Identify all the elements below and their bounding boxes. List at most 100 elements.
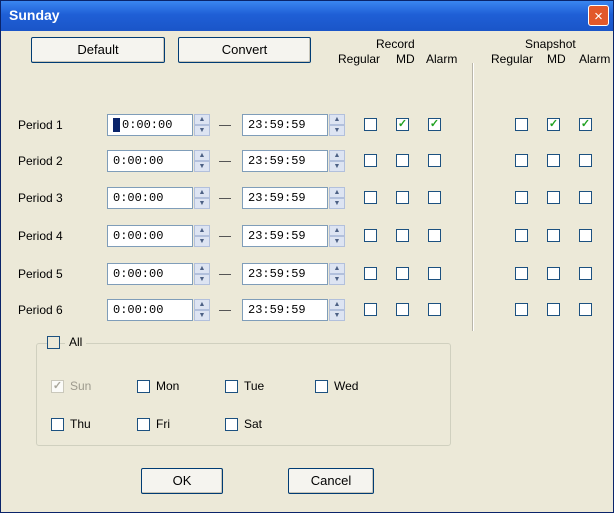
cancel-button[interactable]: Cancel (288, 468, 374, 494)
convert-button[interactable]: Convert (178, 37, 311, 63)
start-time-spinner[interactable]: ▲ ▼ (194, 114, 210, 136)
day-checkbox-tue[interactable] (225, 380, 238, 393)
period-start-time-input[interactable]: 0:00:00 (107, 114, 193, 136)
day-checkbox-fri[interactable] (137, 418, 150, 431)
record-regular-checkbox[interactable] (364, 303, 377, 316)
day-checkbox-sun: ✓ (51, 380, 64, 393)
record-regular-checkbox[interactable] (364, 267, 377, 280)
snapshot-regular-checkbox[interactable] (515, 229, 528, 242)
end-time-spinner[interactable]: ▲ ▼ (329, 187, 345, 209)
spinner-down-icon[interactable]: ▼ (194, 310, 210, 321)
end-time-spinner[interactable]: ▲ ▼ (329, 225, 345, 247)
record-alarm-checkbox[interactable]: ✓ (428, 118, 441, 131)
spinner-up-icon[interactable]: ▲ (194, 114, 210, 125)
snapshot-md-checkbox[interactable] (547, 303, 560, 316)
period-end-time-input[interactable]: 23:59:59 (242, 299, 328, 321)
period-end-time-input[interactable]: 23:59:59 (242, 225, 328, 247)
start-time-spinner[interactable]: ▲ ▼ (194, 187, 210, 209)
record-md-checkbox[interactable] (396, 303, 409, 316)
period-end-time-input[interactable]: 23:59:59 (242, 114, 328, 136)
close-button[interactable]: × (588, 5, 609, 26)
period-end-time-input[interactable]: 23:59:59 (242, 263, 328, 285)
record-header: Record (376, 37, 415, 51)
snapshot-alarm-checkbox[interactable] (579, 191, 592, 204)
spinner-up-icon[interactable]: ▲ (194, 225, 210, 236)
snapshot-alarm-checkbox[interactable]: ✓ (579, 118, 592, 131)
spinner-down-icon[interactable]: ▼ (194, 161, 210, 172)
day-checkbox-mon[interactable] (137, 380, 150, 393)
record-alarm-checkbox[interactable] (428, 191, 441, 204)
spinner-down-icon[interactable]: ▼ (329, 274, 345, 285)
spinner-up-icon[interactable]: ▲ (194, 299, 210, 310)
record-md-checkbox[interactable] (396, 267, 409, 280)
end-time-spinner[interactable]: ▲ ▼ (329, 263, 345, 285)
snapshot-regular-checkbox[interactable] (515, 118, 528, 131)
spinner-down-icon[interactable]: ▼ (329, 310, 345, 321)
record-alarm-checkbox[interactable] (428, 267, 441, 280)
spinner-up-icon[interactable]: ▲ (329, 263, 345, 274)
snapshot-alarm-checkbox[interactable] (579, 229, 592, 242)
spinner-down-icon[interactable]: ▼ (194, 274, 210, 285)
snapshot-alarm-checkbox[interactable] (579, 267, 592, 280)
record-regular-checkbox[interactable] (364, 118, 377, 131)
start-time-spinner[interactable]: ▲ ▼ (194, 225, 210, 247)
spinner-down-icon[interactable]: ▼ (329, 236, 345, 247)
spinner-up-icon[interactable]: ▲ (329, 299, 345, 310)
snapshot-alarm-checkbox[interactable] (579, 154, 592, 167)
ok-button[interactable]: OK (141, 468, 223, 494)
record-md-checkbox[interactable] (396, 191, 409, 204)
spinner-up-icon[interactable]: ▲ (194, 263, 210, 274)
period-start-time-input[interactable]: 0:00:00 (107, 150, 193, 172)
start-time-spinner[interactable]: ▲ ▼ (194, 150, 210, 172)
snapshot-regular-checkbox[interactable] (515, 267, 528, 280)
period-start-time-input[interactable]: 0:00:00 (107, 299, 193, 321)
start-time-spinner[interactable]: ▲ ▼ (194, 263, 210, 285)
snapshot-md-checkbox[interactable] (547, 267, 560, 280)
spinner-up-icon[interactable]: ▲ (329, 150, 345, 161)
snapshot-col-header: MD (547, 52, 566, 66)
snapshot-md-checkbox[interactable] (547, 191, 560, 204)
record-alarm-checkbox[interactable] (428, 303, 441, 316)
snapshot-md-checkbox[interactable]: ✓ (547, 118, 560, 131)
spinner-down-icon[interactable]: ▼ (194, 198, 210, 209)
day-checkbox-thu[interactable] (51, 418, 64, 431)
spinner-down-icon[interactable]: ▼ (329, 198, 345, 209)
period-start-time-input[interactable]: 0:00:00 (107, 187, 193, 209)
record-regular-checkbox[interactable] (364, 154, 377, 167)
spinner-down-icon[interactable]: ▼ (329, 161, 345, 172)
end-time-spinner[interactable]: ▲ ▼ (329, 150, 345, 172)
all-days-checkbox[interactable] (47, 336, 60, 349)
spinner-up-icon[interactable]: ▲ (329, 225, 345, 236)
record-regular-checkbox[interactable] (364, 229, 377, 242)
spinner-down-icon[interactable]: ▼ (194, 125, 210, 136)
end-time-spinner[interactable]: ▲ ▼ (329, 299, 345, 321)
period-end-time-input[interactable]: 23:59:59 (242, 187, 328, 209)
start-time-spinner[interactable]: ▲ ▼ (194, 299, 210, 321)
record-md-checkbox[interactable] (396, 154, 409, 167)
snapshot-alarm-checkbox[interactable] (579, 303, 592, 316)
record-md-checkbox[interactable]: ✓ (396, 118, 409, 131)
snapshot-regular-checkbox[interactable] (515, 154, 528, 167)
period-end-time-input[interactable]: 23:59:59 (242, 150, 328, 172)
period-start-time-input[interactable]: 0:00:00 (107, 225, 193, 247)
end-time-spinner[interactable]: ▲ ▼ (329, 114, 345, 136)
snapshot-md-checkbox[interactable] (547, 229, 560, 242)
record-alarm-checkbox[interactable] (428, 229, 441, 242)
period-start-time-input[interactable]: 0:00:00 (107, 263, 193, 285)
spinner-down-icon[interactable]: ▼ (194, 236, 210, 247)
day-checkbox-wed[interactable] (315, 380, 328, 393)
record-regular-checkbox[interactable] (364, 191, 377, 204)
snapshot-regular-checkbox[interactable] (515, 303, 528, 316)
snapshot-md-checkbox[interactable] (547, 154, 560, 167)
spinner-up-icon[interactable]: ▲ (329, 187, 345, 198)
spinner-up-icon[interactable]: ▲ (194, 150, 210, 161)
record-alarm-checkbox[interactable] (428, 154, 441, 167)
day-checkbox-sat[interactable] (225, 418, 238, 431)
title-bar[interactable]: Sunday × (1, 1, 613, 31)
snapshot-regular-checkbox[interactable] (515, 191, 528, 204)
default-button[interactable]: Default (31, 37, 165, 63)
spinner-up-icon[interactable]: ▲ (194, 187, 210, 198)
spinner-down-icon[interactable]: ▼ (329, 125, 345, 136)
record-md-checkbox[interactable] (396, 229, 409, 242)
spinner-up-icon[interactable]: ▲ (329, 114, 345, 125)
